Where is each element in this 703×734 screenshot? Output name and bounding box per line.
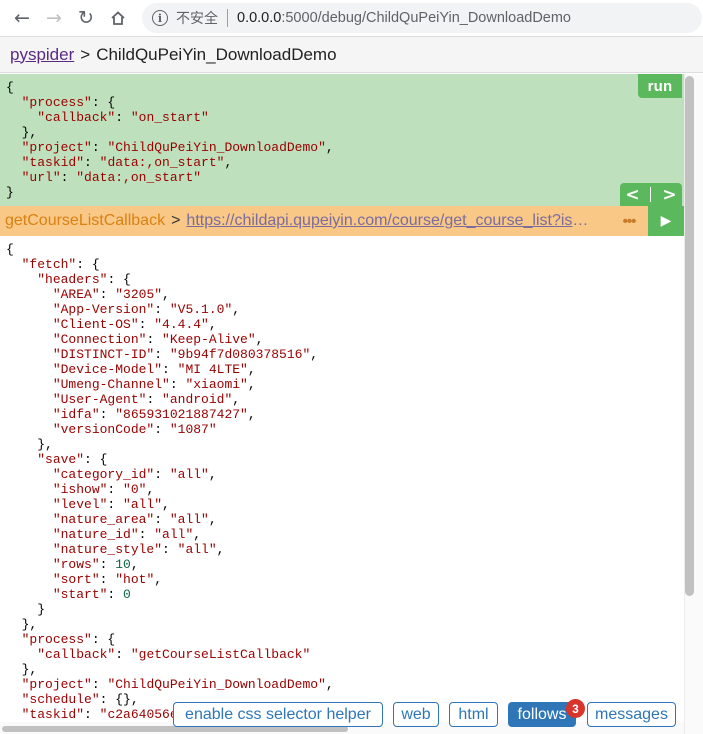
css-selector-helper-button[interactable]: enable css selector helper [173,702,383,727]
pyspider-home-link[interactable]: pyspider [10,45,74,65]
forward-arrow-icon[interactable]: → [38,2,70,34]
pager-divider [650,187,652,202]
insecure-label: 不安全 [176,11,218,27]
back-arrow-icon[interactable]: ← [6,2,38,34]
follows-count-badge: 3 [566,699,585,718]
follow-url-link[interactable]: https://childapi.qupeiyin.com/course/get… [186,212,596,230]
messages-tab-button[interactable]: messages [587,702,676,727]
address-bar[interactable]: i 不安全 0.0.0.0 :5000/debug/ChildQuPeiYin_… [142,3,702,33]
follow-separator: > [171,212,181,229]
breadcrumb-separator: > [80,44,91,64]
vertical-scrollbar-thumb[interactable] [685,76,694,596]
home-icon[interactable] [102,2,134,34]
next-task-button[interactable]: > [662,185,676,205]
web-tab-button[interactable]: web [393,702,439,727]
task-json: { "process": { "callback": "on_start" },… [6,80,334,200]
browser-toolbar: ← → ↻ i 不安全 0.0.0.0 :5000/debug/ChildQuP… [0,0,703,37]
task-pager: < > [620,183,682,206]
more-button[interactable]: ••• [612,210,646,232]
result-json-panel[interactable]: { "fetch": { "headers": { "AREA": "3205"… [0,236,684,734]
follow-bar: getCourseListCallback > https://childapi… [0,206,684,236]
url-host: 0.0.0.0 [237,10,282,26]
reload-icon[interactable]: ↻ [70,2,102,34]
page-header: pyspider > ChildQuPeiYin_DownloadDemo [0,37,703,73]
html-tab-button[interactable]: html [449,702,498,727]
run-button[interactable]: run [638,74,682,98]
prev-task-button[interactable]: < [625,185,639,205]
task-json-panel[interactable]: { "process": { "callback": "on_start" },… [0,74,684,206]
project-title: ChildQuPeiYin_DownloadDemo [96,44,337,64]
follow-callback-name: getCourseListCallback [5,212,166,229]
result-json: { "fetch": { "headers": { "AREA": "3205"… [6,242,334,722]
url-path: :5000/debug/ChildQuPeiYin_DownloadDemo [281,10,571,26]
play-icon[interactable]: ▶ [648,206,684,236]
omnibox-divider [227,9,228,27]
info-icon[interactable]: i [152,10,168,26]
